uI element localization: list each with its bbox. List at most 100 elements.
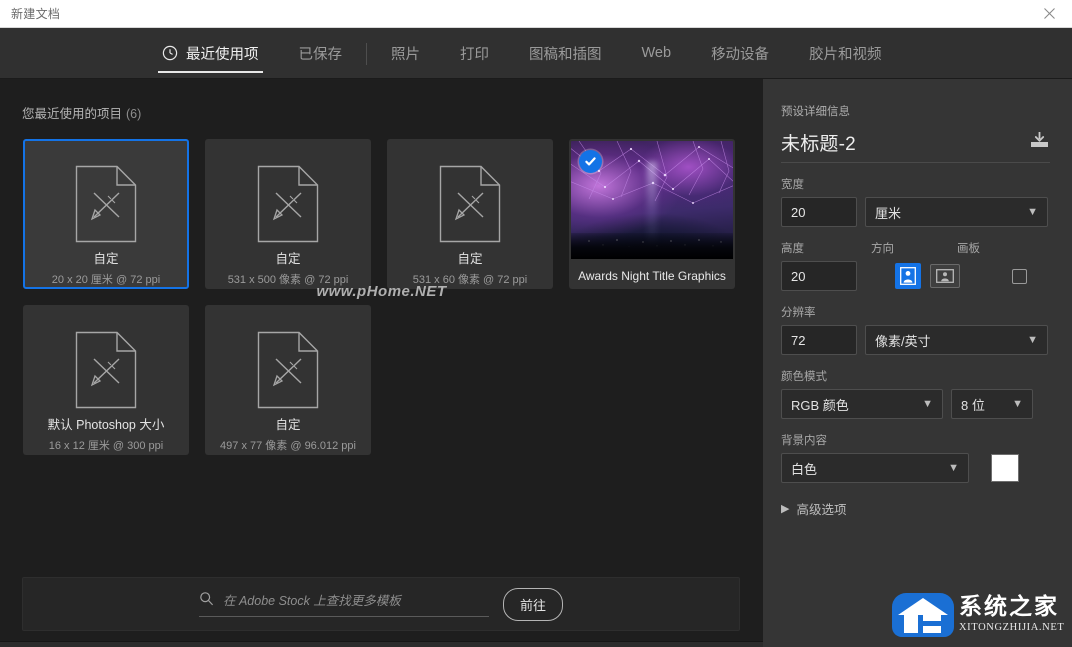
background-select[interactable]: 白色 ▼: [781, 453, 969, 483]
chevron-down-icon: ▼: [922, 398, 933, 410]
footer-strip: [0, 641, 763, 647]
height-orientation-row: [781, 261, 1050, 291]
tab-photo[interactable]: 照片: [371, 28, 440, 78]
clock-icon: [162, 45, 178, 61]
color-mode-label: 颜色模式: [781, 368, 1050, 384]
recent-card[interactable]: 自定 531 x 60 像素 @ 72 ppi: [387, 139, 553, 289]
document-name-row: 未标题-2: [781, 129, 1050, 163]
tab-separator: [366, 43, 367, 65]
recent-heading-row: 您最近使用的项目(6): [0, 79, 763, 122]
color-mode-row: RGB 颜色 ▼ 8 位 ▼: [781, 389, 1050, 419]
site-logo-watermark: 系统之家 XITONGZHIJIA.NET: [890, 583, 1068, 645]
recent-card[interactable]: 自定 531 x 500 像素 @ 72 ppi: [205, 139, 371, 289]
resolution-unit-value: 像素/英寸: [875, 331, 931, 350]
document-name-input[interactable]: 未标题-2: [781, 129, 856, 156]
chevron-right-icon: ▶: [781, 502, 789, 515]
width-label: 宽度: [781, 176, 1050, 192]
background-color-swatch[interactable]: [991, 454, 1019, 482]
preset-details-panel: 预设详细信息 未标题-2 宽度 厘米 ▼ 高度: [763, 79, 1072, 647]
recent-panel: 您最近使用的项目(6) 自定 20 x 20 厘米 @: [0, 79, 763, 647]
chevron-down-icon: ▼: [948, 462, 959, 474]
tab-web[interactable]: Web: [622, 28, 692, 78]
tab-saved[interactable]: 已保存: [279, 28, 363, 78]
tab-bar: 最近使用项 已保存 照片 打印 图稿和插图 Web 移动设备 胶片和视频: [0, 28, 1072, 79]
document-preset-icon: [257, 329, 319, 410]
recent-card-subtitle: 20 x 20 厘米 @ 72 ppi: [52, 271, 160, 287]
tab-label-saved: 已保存: [299, 43, 343, 64]
recent-card-title: Awards Night Title Graphics: [578, 269, 726, 283]
search-icon: [199, 591, 214, 611]
width-input[interactable]: [781, 197, 857, 227]
search-input[interactable]: [223, 594, 473, 608]
width-unit-select[interactable]: 厘米 ▼: [865, 197, 1048, 227]
chevron-down-icon: ▼: [1027, 206, 1038, 218]
recent-card[interactable]: 自定 20 x 20 厘米 @ 72 ppi: [23, 139, 189, 289]
window-titlebar: 新建文档: [0, 0, 1072, 28]
recent-card[interactable]: 默认 Photoshop 大小 16 x 12 厘米 @ 300 ppi: [23, 305, 189, 455]
tab-art-and-illustration[interactable]: 图稿和插图: [509, 28, 622, 78]
color-mode-select[interactable]: RGB 颜色 ▼: [781, 389, 943, 419]
recent-card-title: 自定: [275, 414, 300, 433]
advanced-options-label: 高级选项: [796, 499, 846, 518]
recent-card-subtitle: 497 x 77 像素 @ 96.012 ppi: [220, 437, 356, 453]
tab-list: 最近使用项 已保存 照片 打印 图稿和插图 Web 移动设备 胶片和视频: [142, 28, 902, 78]
go-button[interactable]: 前往: [503, 588, 563, 621]
close-icon: [1044, 8, 1055, 19]
advanced-options-toggle[interactable]: ▶ 高级选项: [781, 499, 1050, 518]
artboard-group: [1012, 261, 1027, 291]
height-label: 高度: [781, 240, 857, 256]
tab-recent[interactable]: 最近使用项: [142, 28, 279, 78]
house-logo-icon: [890, 589, 956, 639]
window-title: 新建文档: [0, 5, 60, 22]
height-orientation-labels: 高度 方向 画板: [781, 227, 1050, 261]
orientation-landscape-button[interactable]: [930, 264, 960, 288]
orientation-label: 方向: [871, 240, 941, 256]
tab-label-film: 胶片和视频: [809, 43, 882, 64]
chevron-down-icon: ▼: [1012, 398, 1023, 410]
preset-details-label: 预设详细信息: [781, 103, 1050, 119]
resolution-input[interactable]: [781, 325, 857, 355]
portrait-icon: [900, 267, 916, 285]
tab-print[interactable]: 打印: [440, 28, 509, 78]
artboard-checkbox[interactable]: [1012, 269, 1027, 284]
width-unit-value: 厘米: [875, 203, 901, 222]
resolution-unit-select[interactable]: 像素/英寸 ▼: [865, 325, 1048, 355]
recent-card[interactable]: 自定 497 x 77 像素 @ 96.012 ppi: [205, 305, 371, 455]
orientation-group: [895, 261, 960, 291]
search-field-group[interactable]: [199, 591, 489, 617]
background-value: 白色: [791, 459, 817, 478]
recent-card-subtitle: 531 x 60 像素 @ 72 ppi: [413, 271, 528, 287]
tab-label-print: 打印: [460, 43, 489, 64]
resolution-label: 分辨率: [781, 304, 1050, 320]
document-preset-icon: [439, 163, 501, 244]
color-depth-select[interactable]: 8 位 ▼: [951, 389, 1033, 419]
chevron-down-icon: ▼: [1027, 334, 1038, 346]
recent-card-title: 自定: [275, 248, 300, 267]
recent-count: (6): [126, 107, 141, 121]
tab-label-mobile: 移动设备: [711, 43, 769, 64]
template-thumbnail: [569, 141, 735, 259]
document-preset-icon: [257, 163, 319, 244]
artboard-label: 画板: [957, 240, 980, 256]
tab-mobile[interactable]: 移动设备: [691, 28, 789, 78]
tab-label-recent: 最近使用项: [186, 43, 259, 64]
close-button[interactable]: [1027, 0, 1072, 27]
height-input[interactable]: [781, 261, 857, 291]
recent-card-title: 自定: [457, 248, 482, 267]
document-preset-icon: [75, 329, 137, 410]
recent-card-title: 自定: [93, 248, 118, 267]
color-mode-value: RGB 颜色: [791, 395, 849, 414]
tab-label-art: 图稿和插图: [529, 43, 602, 64]
recent-card-title: 默认 Photoshop 大小: [48, 414, 165, 433]
recent-card-subtitle: 16 x 12 厘米 @ 300 ppi: [49, 437, 164, 453]
tab-film-and-video[interactable]: 胶片和视频: [789, 28, 902, 78]
recent-card-grid: 自定 20 x 20 厘米 @ 72 ppi 自定: [0, 122, 740, 455]
recent-template-card[interactable]: Awards Night Title Graphics: [569, 139, 735, 289]
resolution-row: 像素/英寸 ▼: [781, 325, 1050, 355]
recent-card-subtitle: 531 x 500 像素 @ 72 ppi: [228, 271, 349, 287]
landscape-icon: [936, 269, 954, 283]
orientation-portrait-button[interactable]: [895, 263, 921, 289]
width-row: 厘米 ▼: [781, 197, 1050, 227]
save-preset-icon[interactable]: [1029, 131, 1050, 156]
watermark-logo-cn: 系统之家: [959, 596, 1064, 619]
